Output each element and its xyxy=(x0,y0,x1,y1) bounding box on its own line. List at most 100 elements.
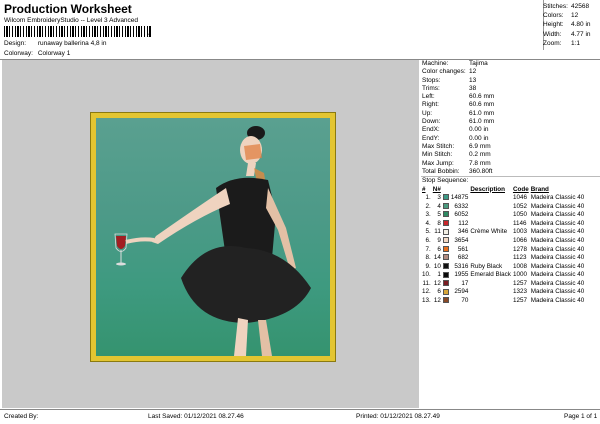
stitch-count: 14875 xyxy=(450,193,469,201)
info-key: Right: xyxy=(422,101,439,109)
stop-sequence-label: Stop Sequence: xyxy=(422,177,469,185)
thread-code: 1046 xyxy=(512,193,527,201)
thread-code: 1257 xyxy=(512,279,527,287)
thread-code: 1050 xyxy=(512,211,527,219)
info-row: Total Bobbin: 360.80ft xyxy=(421,168,600,176)
info-key: Up: xyxy=(422,109,433,117)
color-swatch xyxy=(442,210,451,219)
info-value: 61.0 mm xyxy=(469,109,495,117)
swatch-chip xyxy=(442,211,449,218)
thread-description xyxy=(470,288,513,297)
design-value: runaway ballerina 4,8 in xyxy=(37,40,107,47)
color-swatch xyxy=(442,228,451,237)
info-key: Total Bobbin: xyxy=(422,167,460,175)
swatch-chip xyxy=(442,220,449,227)
created-by: Created By: xyxy=(4,413,39,420)
software-subtitle: Wilcom EmbroideryStudio -- Level 3 Advan… xyxy=(4,17,139,24)
thread-description: Ruby Black xyxy=(470,262,503,270)
swatch-chip xyxy=(442,297,449,304)
design-row: Design: runaway ballerina 4,8 in xyxy=(4,40,106,47)
stitch-count: 6052 xyxy=(454,211,469,219)
stitch-count: 2594 xyxy=(454,288,469,296)
summary-key: Zoom: xyxy=(543,39,562,47)
design-label: Design: xyxy=(4,40,27,47)
info-value: 0.00 in xyxy=(469,134,489,142)
needle-number: 10 xyxy=(433,262,441,270)
thread-code: 1052 xyxy=(512,202,527,210)
summary-key: Width: xyxy=(543,30,562,38)
info-key: Trims: xyxy=(422,84,440,92)
row-index: 4. xyxy=(425,219,431,227)
summary-row: Height: 4.80 in xyxy=(543,20,600,29)
summary-value: 4.80 in xyxy=(571,21,591,29)
thread-description xyxy=(470,296,513,305)
info-row: Down: 61.0 mm xyxy=(421,118,600,126)
info-row: Color changes: 12 xyxy=(421,68,600,76)
stitch-count: 682 xyxy=(457,254,469,262)
row-index: 7. xyxy=(425,245,431,253)
info-key: EndY: xyxy=(422,134,440,142)
info-row: Max Jump: 7.8 mm xyxy=(421,160,600,168)
table-row: 1. 3 14875 1046 Madeira Classic 40 xyxy=(422,193,586,202)
info-key: Color changes: xyxy=(422,68,466,76)
needle-number: 3 xyxy=(437,193,441,201)
swatch-chip xyxy=(442,263,449,270)
needle-number: 6 xyxy=(437,288,441,296)
barcode xyxy=(4,26,152,37)
table-row: 2. 4 6332 1052 Madeira Classic 40 xyxy=(422,202,586,211)
thread-description: Emerald Black xyxy=(470,271,511,279)
row-index: 3. xyxy=(425,211,431,219)
info-key: Max Stitch: xyxy=(422,142,455,150)
table-row: 3. 5 6052 1050 Madeira Classic 40 xyxy=(422,210,586,219)
row-index: 1. xyxy=(425,193,431,201)
thread-brand: Madeira Classic 40 xyxy=(530,219,585,227)
col-n: N# xyxy=(432,185,441,193)
stitch-count: 3654 xyxy=(454,236,469,244)
needle-number: 12 xyxy=(433,279,441,287)
thread-description xyxy=(470,202,513,211)
footer-divider xyxy=(0,409,600,410)
needle-number: 5 xyxy=(437,211,441,219)
row-index: 11. xyxy=(422,279,431,287)
colorway-row: Colorway: Colorway 1 xyxy=(4,50,70,57)
info-key: Left: xyxy=(422,93,435,101)
col-code: Code xyxy=(512,185,529,193)
table-row: 8. 14 682 1123 Madeira Classic 40 xyxy=(422,253,586,262)
swatch-chip xyxy=(442,194,449,201)
thread-brand: Madeira Classic 40 xyxy=(530,202,585,210)
info-value: 13 xyxy=(469,76,477,84)
stitch-count: 112 xyxy=(458,219,469,227)
stitch-count: 346 xyxy=(457,228,469,236)
stop-sequence-rows: 1. 3 14875 1046 Madeira Classic 40 2. 4 6332 105… xyxy=(422,193,586,305)
table-row: 6. 9 3654 1066 Madeira Classic 40 xyxy=(422,236,586,245)
swatch-chip xyxy=(442,288,449,295)
thread-brand: Madeira Classic 40 xyxy=(530,236,585,244)
embroidery-hoop-frame xyxy=(90,112,336,362)
needle-number: 4 xyxy=(437,202,441,210)
summary-row: Zoom: 1:1 xyxy=(543,39,600,48)
machine-info-panel: Machine: Tajima Color changes: 12 Stops: 13… xyxy=(421,60,600,305)
thread-brand: Madeira Classic 40 xyxy=(530,288,585,296)
thread-code: 1066 xyxy=(512,236,527,244)
stitch-count: 561 xyxy=(457,245,469,253)
thread-description xyxy=(470,253,513,262)
page-title: Production Worksheet xyxy=(4,2,132,16)
ballerina-illustration xyxy=(114,126,311,356)
thread-code: 1000 xyxy=(512,271,527,279)
color-swatch xyxy=(442,279,451,288)
col-swatch xyxy=(443,185,451,193)
thread-brand: Madeira Classic 40 xyxy=(530,193,585,201)
swatch-chip xyxy=(442,280,449,287)
table-row: 9. 10 5316 Ruby Black 1008 Madeira Classic 40 xyxy=(422,262,586,271)
table-row: 7. 6 561 1278 Madeira Classic 40 xyxy=(422,245,586,254)
info-key: Max Jump: xyxy=(422,159,454,167)
needle-number: 6 xyxy=(437,245,441,253)
thread-description xyxy=(470,210,513,219)
needle-number: 1 xyxy=(437,271,441,279)
thread-description xyxy=(470,193,513,202)
thread-description xyxy=(470,279,513,288)
row-index: 12. xyxy=(422,288,431,296)
info-value: Tajima xyxy=(469,60,488,67)
thread-brand: Madeira Classic 40 xyxy=(530,262,585,270)
thread-brand: Madeira Classic 40 xyxy=(530,279,585,287)
